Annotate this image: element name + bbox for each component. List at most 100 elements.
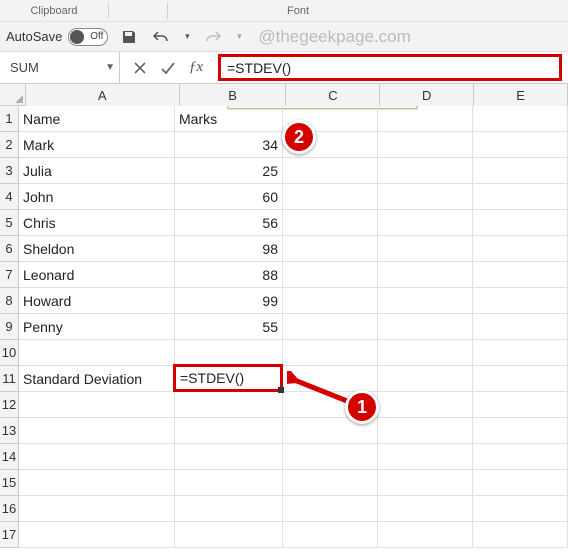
cell[interactable]	[378, 158, 473, 184]
cell[interactable]: 55	[175, 314, 283, 340]
cell[interactable]	[473, 314, 568, 340]
cell[interactable]	[473, 470, 568, 496]
row-header[interactable]: 3	[0, 158, 18, 184]
cell[interactable]	[175, 340, 283, 366]
cell[interactable]	[378, 392, 473, 418]
row-header[interactable]: 16	[0, 496, 18, 522]
cell[interactable]	[378, 262, 473, 288]
cell[interactable]	[283, 470, 378, 496]
row-header[interactable]: 12	[0, 392, 18, 418]
cell[interactable]	[283, 314, 378, 340]
row-header[interactable]: 17	[0, 522, 18, 548]
insert-function-button[interactable]: ƒx	[184, 56, 208, 80]
cell[interactable]	[473, 366, 568, 392]
cell[interactable]	[378, 314, 473, 340]
cell[interactable]: Howard	[19, 288, 175, 314]
cell[interactable]: Marks	[175, 106, 283, 132]
chevron-down-icon[interactable]: ▼	[105, 62, 115, 73]
cell[interactable]	[473, 392, 568, 418]
cell[interactable]	[378, 184, 473, 210]
undo-button[interactable]	[150, 26, 172, 48]
row-header[interactable]: 8	[0, 288, 18, 314]
row-header[interactable]: 13	[0, 418, 18, 444]
cell[interactable]	[283, 262, 378, 288]
cell[interactable]	[378, 444, 473, 470]
cell[interactable]	[473, 418, 568, 444]
cell[interactable]	[378, 106, 473, 132]
cell[interactable]	[473, 236, 568, 262]
autosave-switch[interactable]: Off	[68, 28, 108, 46]
cell[interactable]	[473, 340, 568, 366]
cell[interactable]	[378, 132, 473, 158]
spreadsheet-grid[interactable]: A B C D E 1 2 3 4 5 6 7 8 9 10 11 12 13 …	[0, 84, 568, 553]
redo-dropdown-icon[interactable]: ▾	[234, 26, 244, 48]
cell[interactable]: Leonard	[19, 262, 175, 288]
cell[interactable]	[473, 184, 568, 210]
cell[interactable]	[19, 444, 175, 470]
row-header[interactable]: 2	[0, 132, 18, 158]
cell[interactable]	[378, 418, 473, 444]
cell[interactable]	[283, 210, 378, 236]
cell[interactable]: Sheldon	[19, 236, 175, 262]
cell[interactable]	[473, 262, 568, 288]
cell[interactable]	[378, 288, 473, 314]
row-header[interactable]: 14	[0, 444, 18, 470]
save-icon[interactable]	[118, 26, 140, 48]
column-header-C[interactable]: C	[286, 84, 380, 106]
cell[interactable]: Name	[19, 106, 175, 132]
cell[interactable]	[473, 210, 568, 236]
cell[interactable]	[283, 158, 378, 184]
enter-formula-button[interactable]	[156, 56, 180, 80]
cell[interactable]: 25	[175, 158, 283, 184]
cell[interactable]	[19, 418, 175, 444]
cell[interactable]	[473, 522, 568, 548]
formula-input[interactable]: =STDEV() STDEV(number1, [number2], ...)	[218, 54, 562, 81]
cell[interactable]	[175, 470, 283, 496]
cell[interactable]: 98	[175, 236, 283, 262]
cell[interactable]	[473, 288, 568, 314]
active-cell[interactable]: =STDEV()	[173, 364, 283, 392]
column-header-A[interactable]: A	[26, 84, 180, 106]
row-header[interactable]: 9	[0, 314, 18, 340]
column-header-B[interactable]: B	[180, 84, 287, 106]
cell[interactable]: 88	[175, 262, 283, 288]
cell[interactable]: Penny	[19, 314, 175, 340]
name-box[interactable]: SUM ▼	[0, 52, 120, 83]
cell[interactable]: 60	[175, 184, 283, 210]
cells-area[interactable]: NameMarks Mark34 Julia25 John60 Chris56 …	[19, 106, 568, 548]
cell[interactable]	[175, 496, 283, 522]
select-all-corner[interactable]	[0, 84, 26, 106]
cell[interactable]	[19, 522, 175, 548]
cell[interactable]: 56	[175, 210, 283, 236]
row-header[interactable]: 10	[0, 340, 18, 366]
row-header[interactable]: 5	[0, 210, 18, 236]
cell[interactable]: Julia	[19, 158, 175, 184]
row-header[interactable]: 7	[0, 262, 18, 288]
cell[interactable]	[473, 158, 568, 184]
cell[interactable]	[473, 444, 568, 470]
cell[interactable]: 99	[175, 288, 283, 314]
cell[interactable]	[378, 236, 473, 262]
cell[interactable]	[175, 418, 283, 444]
cell[interactable]	[283, 444, 378, 470]
cell[interactable]: John	[19, 184, 175, 210]
cell[interactable]	[378, 496, 473, 522]
cell[interactable]	[473, 106, 568, 132]
cell[interactable]: Chris	[19, 210, 175, 236]
row-header[interactable]: 6	[0, 236, 18, 262]
cell[interactable]	[175, 444, 283, 470]
row-header[interactable]: 1	[0, 106, 18, 132]
autosave-toggle[interactable]: AutoSave Off	[6, 28, 108, 46]
cell[interactable]	[473, 132, 568, 158]
cell[interactable]: 34	[175, 132, 283, 158]
cell[interactable]	[19, 470, 175, 496]
cell[interactable]: Mark	[19, 132, 175, 158]
row-header[interactable]: 11	[0, 366, 18, 392]
cell[interactable]	[378, 366, 473, 392]
cell[interactable]	[19, 340, 175, 366]
cell[interactable]	[283, 236, 378, 262]
redo-button[interactable]	[202, 26, 224, 48]
cell[interactable]	[283, 522, 378, 548]
cell[interactable]: Standard Deviation	[19, 366, 175, 392]
row-header[interactable]: 4	[0, 184, 18, 210]
